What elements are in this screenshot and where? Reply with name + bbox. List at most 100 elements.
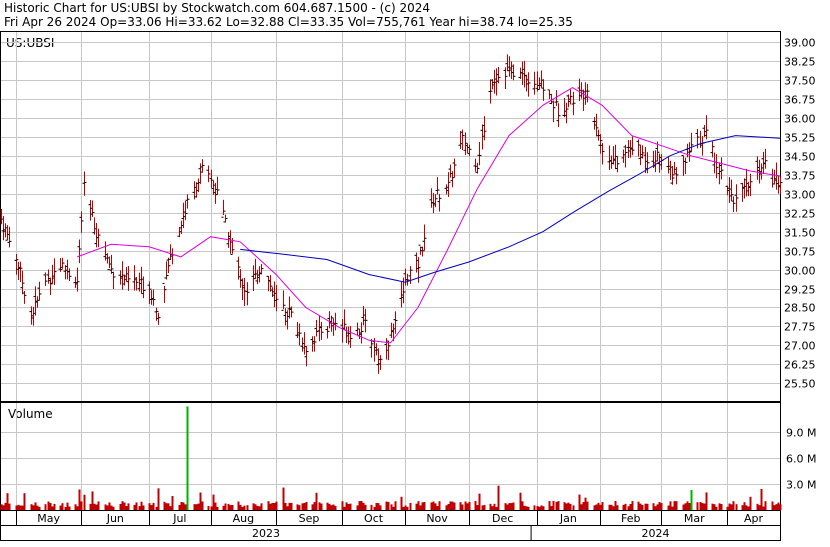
ohlc-bar	[206, 165, 211, 183]
ohlc-bar	[37, 281, 42, 301]
ohlc-bar	[429, 188, 434, 208]
ohlc-bar	[414, 252, 419, 273]
ohlc-bar	[770, 168, 775, 188]
ohlc-bar	[556, 103, 561, 128]
ohlc-bar	[433, 193, 438, 208]
ohlc-bar	[181, 202, 186, 229]
ohlc-bar	[223, 214, 228, 223]
ohlc-bar	[221, 199, 226, 218]
ohlc-bar	[162, 282, 167, 304]
year-label: 2024	[642, 527, 670, 540]
ohlc-bar	[215, 176, 220, 196]
price-tick-label: 36.00	[784, 113, 816, 126]
ohlc-bar	[304, 346, 309, 367]
ohlc-bar	[50, 264, 55, 285]
ohlc-bar	[564, 102, 569, 124]
ohlc-bar	[348, 325, 353, 348]
ohlc-bar	[289, 306, 294, 318]
ohlc-bar	[355, 322, 360, 336]
price-tick-label: 39.00	[784, 37, 816, 50]
month-label: Mar	[684, 512, 705, 525]
ohlc-bar	[312, 336, 317, 352]
ohlc-bar	[458, 131, 463, 150]
price-tick-label: 34.50	[784, 151, 816, 164]
year-label: 2023	[252, 527, 280, 540]
ohlc-bar	[465, 142, 470, 154]
ohlc-bar	[714, 154, 719, 179]
month-label: May	[37, 512, 60, 525]
ohlc-bar	[505, 54, 510, 72]
ohlc-bar	[488, 79, 493, 104]
ohlc-bar	[689, 132, 694, 152]
ohlc-bar	[626, 140, 631, 158]
volume-tick-label: 6.0 M	[786, 453, 816, 466]
moving-average-short	[77, 87, 781, 344]
ohlc-bar	[147, 281, 152, 305]
month-label: Jul	[172, 512, 186, 525]
ohlc-bar	[198, 163, 203, 184]
ohlc-bar	[7, 226, 12, 248]
ohlc-bar	[376, 348, 381, 374]
price-tick-label: 37.50	[784, 75, 816, 88]
stock-chart: Historic Chart for US:UBSI by Stockwatch…	[0, 0, 830, 543]
ohlc-bar	[120, 261, 125, 290]
ohlc-bar	[399, 282, 404, 308]
price-tick-label: 31.50	[784, 227, 816, 240]
ohlc-bar	[710, 141, 715, 158]
price-tick-label: 33.75	[784, 170, 816, 183]
ohlc-bar	[477, 141, 482, 166]
volume-panel: Volume 9.0 M 6.0 M 3.0 M	[0, 402, 816, 511]
ohlc-bar	[503, 67, 508, 89]
ohlc-bar	[700, 135, 705, 156]
ohlc-bar	[731, 196, 736, 213]
ohlc-bar	[48, 277, 53, 296]
ohlc-bar	[596, 129, 601, 141]
ohlc-bar	[594, 113, 599, 137]
ohlc-bar	[729, 179, 734, 202]
ohlc-bar	[228, 230, 233, 254]
ohlc-bar	[744, 168, 749, 197]
ohlc-bar	[314, 319, 319, 337]
ohlc-bar	[238, 269, 243, 288]
ohlc-bar	[719, 157, 724, 180]
ohlc-bar	[666, 156, 671, 174]
ohlc-bar	[141, 276, 146, 299]
ohlc-bar	[79, 211, 84, 233]
ohlc-bar	[672, 161, 677, 176]
ohlc-bar	[755, 156, 760, 180]
month-label: Dec	[492, 512, 513, 525]
ohlc-bar	[507, 56, 512, 77]
ohlc-bar	[776, 175, 781, 194]
ohlc-bar	[403, 268, 408, 286]
ohlc-bar	[778, 176, 783, 194]
ohlc-bar	[520, 61, 525, 85]
ohlc-bar	[378, 355, 383, 371]
month-labels: May Jun Jul Aug Sep Oct Nov Dec Jan Feb Mar Apr	[16, 510, 764, 525]
ohlc-bar	[763, 148, 768, 169]
ohlc-bar	[444, 184, 449, 195]
ohlc-bar	[255, 269, 260, 285]
ohlc-bar	[473, 158, 478, 172]
ohlc-bar	[257, 266, 262, 283]
volume-label: Volume	[8, 407, 53, 421]
ohlc-bar	[435, 177, 440, 195]
ohlc-bar	[111, 271, 116, 290]
ohlc-bar	[46, 269, 51, 284]
ohlc-bar	[759, 163, 764, 180]
ohlc-bar	[300, 337, 305, 352]
ohlc-bar	[333, 312, 338, 331]
ohlc-bar	[168, 244, 173, 261]
ohlc-bar	[600, 143, 605, 165]
ohlc-bar	[185, 194, 190, 209]
ohlc-bar	[524, 74, 529, 92]
ohlc-bar	[272, 281, 277, 308]
price-tick-label: 26.25	[784, 359, 816, 372]
ohlc-bar	[29, 306, 34, 325]
price-tick-label: 38.25	[784, 56, 816, 69]
ohlc-bar	[52, 258, 57, 286]
ohlc-bar	[310, 336, 315, 352]
price-tick-label: 29.25	[784, 284, 816, 297]
ohlc-bar	[295, 322, 300, 339]
chart-title: Historic Chart for US:UBSI by Stockwatch…	[4, 1, 430, 15]
price-tick-label: 30.00	[784, 265, 816, 278]
